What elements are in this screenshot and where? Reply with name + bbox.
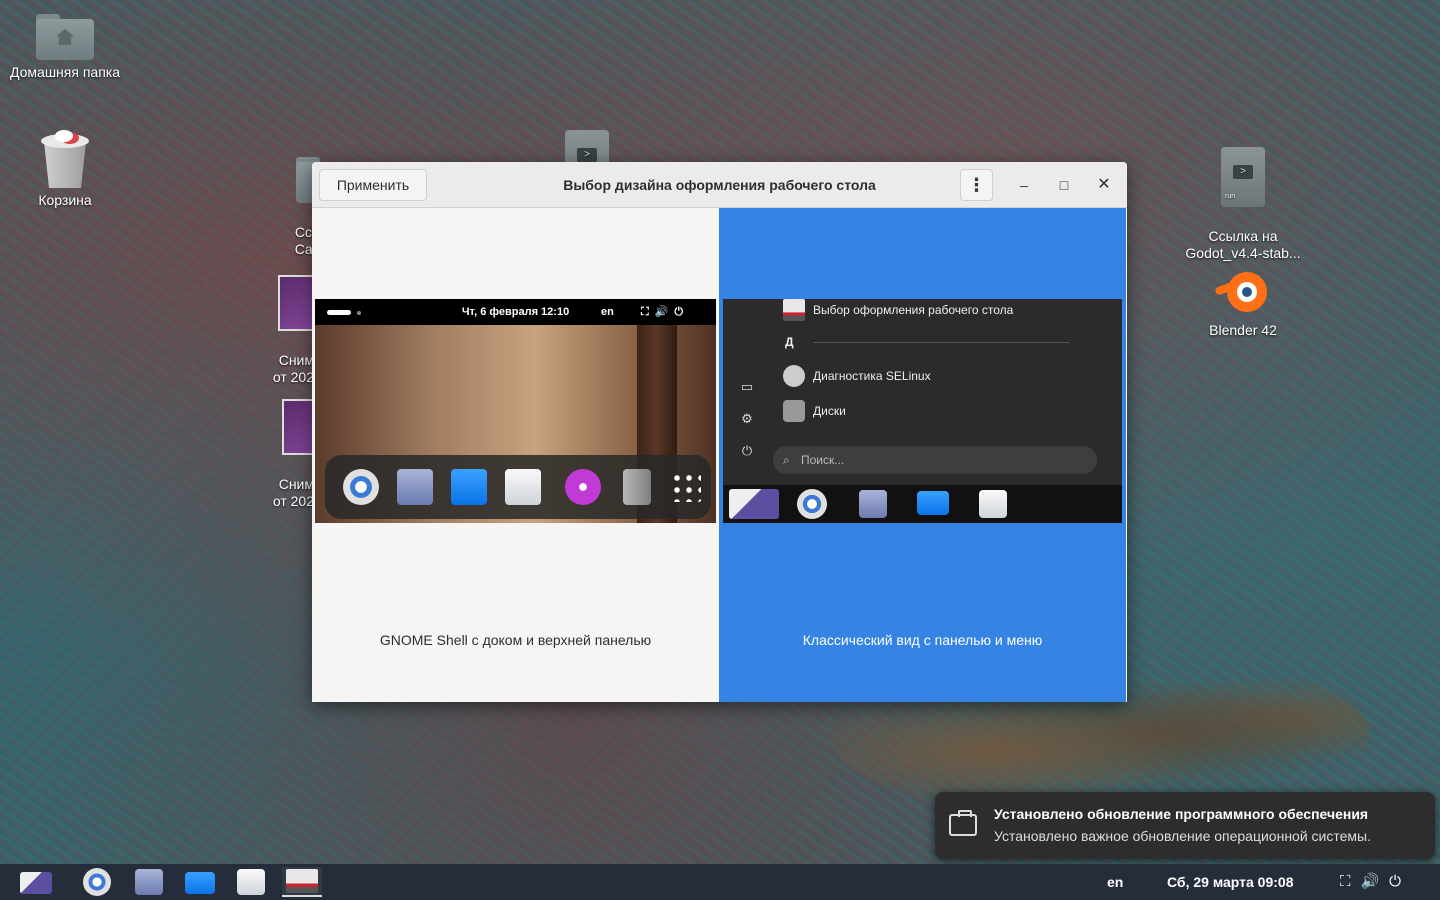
desktop-icon-label: Blender 42	[1209, 322, 1277, 338]
power-icon: ⏻	[741, 443, 753, 458]
taskbar-software-store[interactable]	[232, 867, 272, 897]
maximize-icon[interactable]: □	[1053, 174, 1075, 196]
browser-icon	[797, 489, 827, 519]
desktop-icon-godot-link[interactable]: > run Ссылка на Godot_v4.4-stab...	[1178, 130, 1308, 279]
option-label: GNOME Shell с доком и верхней панелью	[379, 632, 652, 648]
taskbar-browser[interactable]	[78, 867, 118, 897]
files-icon	[451, 469, 487, 505]
classic-preview-image: Выбор оформления рабочего стола Д Диагно…	[723, 299, 1122, 523]
apply-button[interactable]: Применить	[319, 169, 427, 201]
mail-icon	[397, 469, 433, 505]
option-gnome-shell[interactable]: Чт, 6 февраля 12:10 en ⛶🔊⏻ GNOME Shell с…	[312, 208, 719, 702]
notification-title: Установлено обновление программного обес…	[994, 806, 1369, 822]
desktop-icon-trash[interactable]: Корзина	[0, 130, 130, 209]
option-classic[interactable]: Выбор оформления рабочего стола Д Диагно…	[719, 208, 1126, 702]
start-icon	[20, 872, 52, 894]
desktop-icon-label: Сним от 202	[272, 476, 314, 509]
start-icon	[729, 489, 779, 519]
preview-lang: en	[601, 306, 614, 318]
taskbar-start-menu[interactable]	[16, 867, 56, 897]
files-icon	[185, 872, 215, 894]
gnome-preview-image: Чт, 6 февраля 12:10 en ⛶🔊⏻	[315, 299, 716, 523]
software-store-icon	[505, 469, 541, 505]
preview-menu-item: Выбор оформления рабочего стола	[783, 299, 1013, 321]
close-icon[interactable]: ✕	[1093, 174, 1115, 196]
preview-tray: ⛶🔊⏻	[641, 306, 690, 318]
preview-menu-item: Диски	[783, 400, 846, 422]
bottom-taskbar: en Сб, 29 марта 09:08 ⛶🔊⏻	[0, 864, 1440, 900]
keyboard-layout[interactable]: en	[1107, 864, 1123, 900]
system-tray[interactable]: ⛶🔊⏻	[1340, 864, 1411, 900]
browser-icon	[83, 868, 111, 896]
preview-menu-item: Диагностика SELinux	[783, 365, 931, 387]
search-icon: ⌕	[783, 453, 790, 467]
blender-icon	[1213, 264, 1273, 318]
desktop-icon-label: Домашняя папка	[9, 64, 121, 80]
disks-icon	[783, 400, 805, 422]
clock[interactable]: Сб, 29 марта 09:08	[1167, 864, 1293, 900]
files-icon	[917, 491, 949, 515]
software-update-icon	[949, 810, 977, 836]
menu-kebab-icon[interactable]: ⋮	[960, 169, 993, 201]
mail-icon	[859, 490, 887, 518]
preview-search: ⌕ Поиск...	[773, 446, 1097, 474]
mail-icon	[135, 869, 163, 895]
home-folder-icon	[36, 14, 94, 60]
desktop-icon-home-folder[interactable]: Домашняя папка	[0, 14, 130, 81]
taskbar-mail[interactable]	[130, 867, 170, 897]
selector-app-icon	[783, 299, 805, 321]
desktop-icon-label: Ссылка на Godot_v4.4-stab...	[1185, 228, 1301, 261]
desktop-icon-screenshot-2[interactable]: Сним от 202	[262, 382, 322, 527]
software-store-icon	[237, 869, 265, 895]
run-file-icon: > run	[1221, 147, 1265, 207]
option-label: Классический вид с панелью и меню	[802, 632, 1043, 648]
browser-icon	[343, 469, 379, 505]
archive-icon: ▭	[740, 379, 754, 394]
taskbar-files[interactable]	[180, 867, 220, 897]
desktop-selector-icon	[286, 869, 318, 893]
desktop-icon-label: Сним от 202	[272, 352, 314, 385]
selinux-icon	[783, 365, 805, 387]
design-selector-window: Применить Выбор дизайна оформления рабоч…	[312, 162, 1127, 702]
taskbar-design-selector[interactable]	[282, 867, 322, 897]
app-grid-icon	[671, 472, 701, 502]
preview-section-letter: Д	[785, 335, 794, 349]
file-extension-label: run	[1225, 193, 1236, 200]
preview-dock	[325, 455, 711, 519]
desktop-icon-blender[interactable]: Blender 42	[1178, 264, 1308, 339]
update-notification[interactable]: Установлено обновление программного обес…	[935, 792, 1435, 859]
window-title: Выбор дизайна оформления рабочего стола	[563, 177, 876, 193]
window-titlebar[interactable]: Применить Выбор дизайна оформления рабоч…	[312, 162, 1127, 208]
notification-body: Установлено важное обновление операционн…	[994, 828, 1371, 844]
gear-icon: ⚙	[741, 411, 753, 426]
preview-taskbar	[723, 485, 1122, 523]
trash-icon	[41, 130, 89, 188]
music-icon	[565, 469, 601, 505]
minimize-icon[interactable]: –	[1013, 174, 1035, 196]
trash-icon	[623, 469, 651, 505]
preview-top-bar: Чт, 6 февраля 12:10 en ⛶🔊⏻	[315, 299, 716, 325]
preview-side-icons: ▭ ⚙ ⏻	[737, 379, 757, 475]
software-store-icon	[979, 490, 1007, 518]
desktop-icon-label: Корзина	[38, 192, 92, 208]
